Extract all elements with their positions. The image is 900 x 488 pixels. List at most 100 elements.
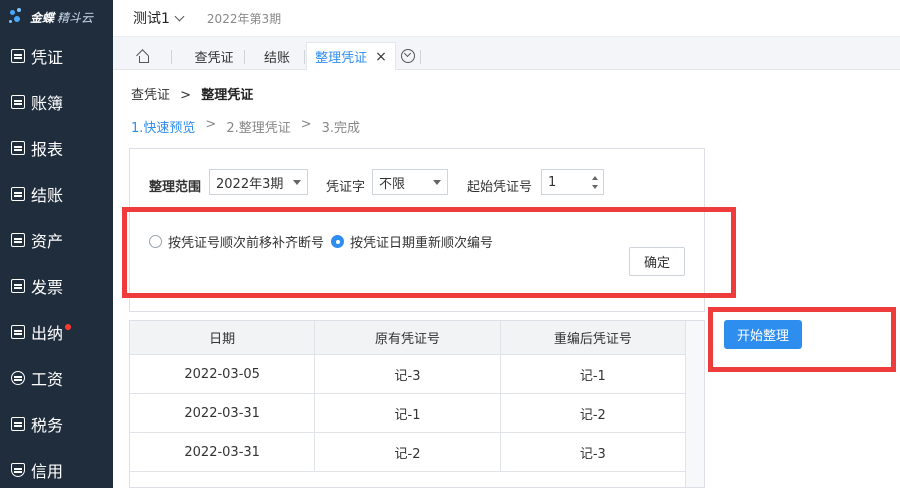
step-separator: > — [205, 117, 217, 132]
logo-brand: 金蝶 — [30, 10, 55, 25]
notification-dot — [65, 324, 72, 330]
word-select[interactable]: 不限 — [372, 169, 448, 195]
report-icon — [11, 141, 25, 155]
table-cell: 记-3 — [500, 433, 686, 472]
tax-icon — [11, 417, 25, 431]
header: 测试1 2022年第3期 — [113, 0, 900, 37]
tab-divider — [420, 50, 421, 64]
sidebar-item-label: 报表 — [31, 140, 64, 159]
sidebar-item-ledger[interactable]: 账簿 — [0, 79, 113, 125]
sidebar-item-label: 发票 — [31, 278, 64, 297]
tab-closing[interactable]: 结账 — [250, 42, 304, 70]
table-cell: 记-3 — [315, 355, 501, 394]
credit-icon — [11, 463, 25, 477]
start-number-value: 1 — [548, 174, 557, 190]
ledger-icon — [11, 95, 25, 109]
caret-down-icon — [293, 180, 301, 185]
sidebar-item-closing[interactable]: 结账 — [0, 171, 113, 217]
increment-icon[interactable] — [592, 176, 598, 180]
table-scroll-gutter[interactable] — [685, 321, 704, 487]
tab-divider — [304, 50, 305, 64]
logo[interactable]: 金蝶 精斗云 — [8, 6, 93, 28]
sidebar: 金蝶 精斗云 凭证 账簿 报表 结账 资产 发票 出纳 工资 税务 信用 — [0, 0, 113, 488]
breadcrumb: 查凭证 > 整理凭证 — [131, 84, 253, 103]
table-cell: 记-2 — [500, 394, 686, 433]
sidebar-item-tax[interactable]: 税务 — [0, 401, 113, 447]
sidebar-item-salary[interactable]: 工资 — [0, 355, 113, 401]
step-complete: 3.完成 — [321, 121, 361, 136]
start-number-label: 起始凭证号 — [467, 180, 533, 195]
tab-bar: 查凭证 结账 整理凭证 × — [113, 37, 900, 70]
sidebar-item-label: 凭证 — [31, 48, 64, 67]
tab-home[interactable] — [127, 42, 159, 70]
sidebar-item-label: 出纳 — [31, 324, 64, 343]
wizard-steps: 1.快速预览 > 2.整理凭证 > 3.完成 — [131, 117, 370, 136]
account-name: 测试1 — [133, 11, 170, 27]
table-cell: 2022-03-05 — [130, 355, 316, 394]
start-number-stepper[interactable]: 1 — [541, 169, 604, 195]
sidebar-item-label: 信用 — [31, 462, 64, 481]
caret-down-icon — [433, 180, 441, 185]
sidebar-item-asset[interactable]: 资产 — [0, 217, 113, 263]
sidebar-item-label: 账簿 — [31, 94, 64, 113]
tab-view-voucher[interactable]: 查凭证 — [177, 42, 251, 70]
tab-organize-voucher[interactable]: 整理凭证 × — [306, 42, 396, 70]
tab-label: 结账 — [263, 50, 290, 66]
breadcrumb-parent[interactable]: 查凭证 — [131, 88, 170, 103]
sidebar-item-label: 工资 — [31, 370, 64, 389]
highlight-box-options — [122, 207, 736, 298]
column-header: 原有凭证号 — [315, 321, 501, 355]
voucher-icon — [11, 49, 25, 63]
sidebar-item-voucher[interactable]: 凭证 — [0, 33, 113, 79]
tab-more[interactable] — [398, 42, 418, 70]
range-value: 2022年3期 — [216, 176, 284, 192]
table-row: 2022-03-31 记-2 记-3 — [130, 433, 686, 472]
tab-divider — [171, 50, 172, 64]
table-cell: 2022-03-31 — [130, 433, 316, 472]
table-row: 2022-03-05 记-3 记-1 — [130, 355, 686, 394]
close-icon[interactable]: × — [375, 49, 387, 65]
table-cell: 记-2 — [315, 433, 501, 472]
logo-mark-icon — [8, 8, 26, 26]
tab-label: 查凭证 — [194, 50, 234, 66]
breadcrumb-current: 整理凭证 — [201, 88, 254, 103]
asset-icon — [11, 233, 25, 247]
decrement-icon[interactable] — [592, 185, 598, 189]
table-header-row: 日期 原有凭证号 重编后凭证号 — [130, 321, 686, 355]
chevron-down-circle-icon — [401, 49, 415, 63]
word-value: 不限 — [379, 176, 406, 192]
sidebar-item-label: 结账 — [31, 186, 64, 205]
column-header: 日期 — [130, 321, 316, 355]
table-cell: 2022-03-31 — [130, 394, 316, 433]
column-header: 重编后凭证号 — [500, 321, 686, 355]
range-select[interactable]: 2022年3期 — [209, 169, 308, 195]
range-label: 整理范围 — [149, 180, 202, 195]
preview-table: 日期 原有凭证号 重编后凭证号 2022-03-05 记-3 记-1 2022-… — [129, 320, 705, 488]
account-selector[interactable]: 测试1 — [133, 8, 185, 28]
tab-divider — [244, 50, 245, 64]
sidebar-item-report[interactable]: 报表 — [0, 125, 113, 171]
breadcrumb-separator: > — [180, 88, 192, 103]
sidebar-item-credit[interactable]: 信用 — [0, 447, 113, 488]
invoice-icon — [11, 279, 25, 293]
table-cell: 记-1 — [315, 394, 501, 433]
step-separator: > — [300, 117, 312, 132]
sidebar-item-label: 税务 — [31, 416, 64, 435]
step-organize: 2.整理凭证 — [226, 121, 291, 136]
sidebar-item-label: 资产 — [31, 232, 64, 251]
table-row: 2022-03-31 记-1 记-2 — [130, 394, 686, 433]
closing-icon — [11, 187, 25, 201]
table-cell: 记-1 — [500, 355, 686, 394]
chevron-down-icon — [174, 11, 185, 21]
tab-label: 整理凭证 — [315, 51, 368, 66]
highlight-box-start — [708, 307, 896, 372]
salary-icon — [11, 371, 25, 385]
word-label: 凭证字 — [326, 180, 366, 195]
cashier-icon — [11, 325, 25, 339]
home-icon — [137, 51, 149, 63]
sidebar-item-invoice[interactable]: 发票 — [0, 263, 113, 309]
sidebar-item-cashier[interactable]: 出纳 — [0, 309, 113, 355]
logo-product: 精斗云 — [57, 10, 94, 25]
current-period: 2022年第3期 — [206, 11, 282, 26]
step-preview: 1.快速预览 — [131, 121, 196, 136]
